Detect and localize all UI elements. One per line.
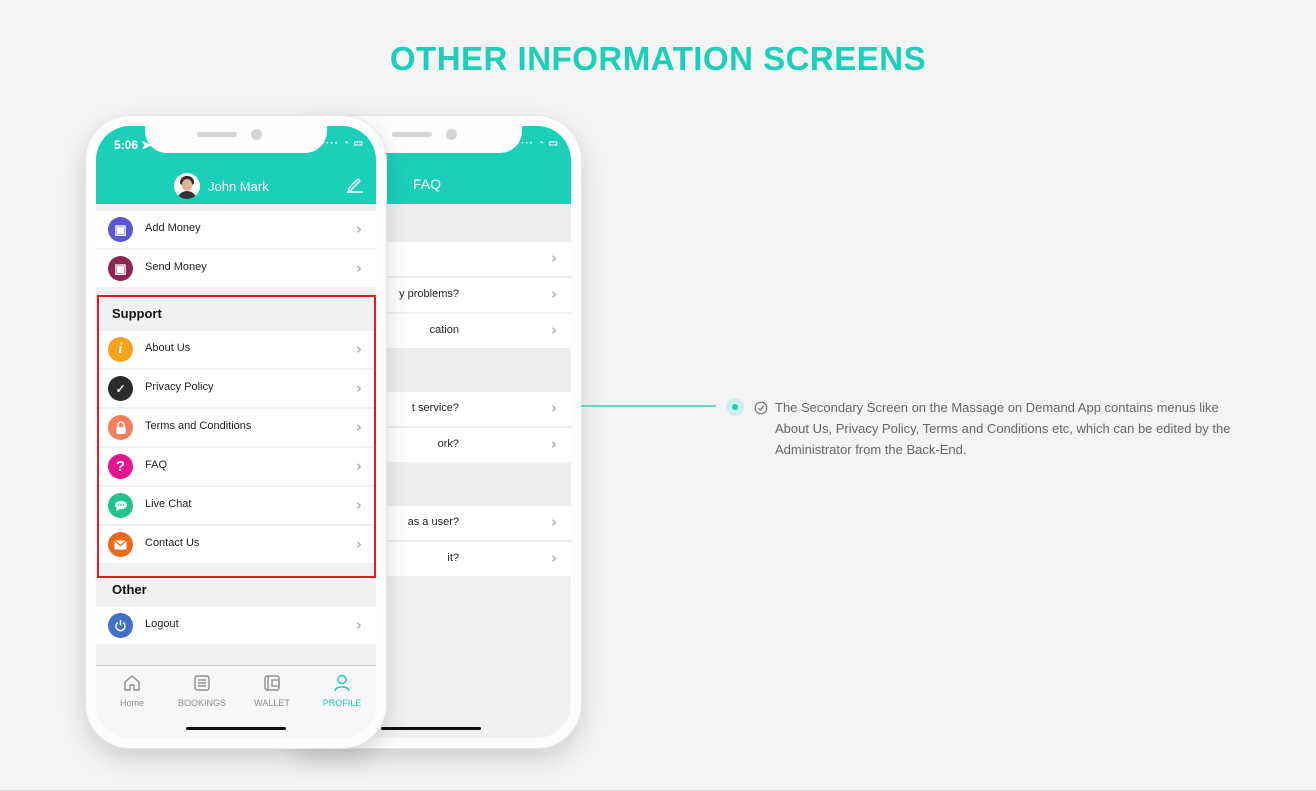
chevron-right-icon: › — [356, 418, 362, 436]
home-indicator — [381, 727, 481, 730]
wallet-add-icon: ▣ — [108, 217, 133, 242]
tab-wallet[interactable]: WALLET — [237, 673, 307, 708]
faq-question: it? — [447, 552, 459, 564]
question-icon: ? — [108, 454, 133, 479]
chevron-right-icon: › — [356, 616, 362, 634]
chevron-right-icon: › — [551, 399, 557, 417]
chevron-right-icon: › — [551, 435, 557, 453]
chevron-right-icon: › — [356, 457, 362, 475]
phone-notch — [145, 126, 327, 153]
privacy-lock-icon: ✓ — [108, 376, 133, 401]
menu-item-terms-and-conditions[interactable]: Terms and Conditions › — [96, 409, 376, 446]
menu-item-label: Terms and Conditions — [145, 420, 252, 432]
faq-question: t service? — [411, 402, 459, 414]
chevron-right-icon: › — [356, 496, 362, 514]
menu-item-label: Privacy Policy — [145, 381, 214, 393]
faq-title: FAQ — [413, 176, 442, 192]
menu-item-label: Send Money — [145, 261, 207, 273]
chat-icon — [108, 493, 133, 518]
wallet-send-icon: ▣ — [108, 256, 133, 281]
tab-bookings[interactable]: BOOKINGS — [167, 673, 237, 708]
signal-wifi-battery-icon: ···· ◔ ▭ — [516, 138, 559, 149]
menu-item-label: Add Money — [145, 222, 201, 234]
wallet-icon — [264, 675, 280, 691]
section-heading-support: Support — [112, 306, 162, 321]
avatar — [174, 173, 200, 199]
check-circle-icon — [754, 401, 768, 415]
chevron-right-icon: › — [356, 259, 362, 277]
tab-profile[interactable]: PROFILE — [307, 673, 376, 708]
faq-question: y problems? — [399, 288, 459, 300]
tab-label: PROFILE — [322, 698, 362, 708]
menu-item-send-money[interactable]: ▣ Send Money › — [96, 250, 376, 287]
faq-question: as a user? — [407, 516, 459, 528]
page-title: OTHER INFORMATION SCREENS — [389, 40, 927, 77]
phone-profile-screen: 5:06 ➤ ···· ◔ ▭ John Mark ▣ Add Money › … — [86, 116, 386, 748]
chevron-right-icon: › — [356, 220, 362, 238]
menu-item-label: Logout — [145, 618, 179, 630]
menu-item-contact-us[interactable]: Contact Us › — [96, 526, 376, 563]
menu-item-faq[interactable]: ? FAQ › — [96, 448, 376, 485]
user-name: John Mark — [208, 178, 269, 194]
bookings-icon — [194, 675, 210, 691]
power-icon — [108, 613, 133, 638]
chevron-right-icon: › — [551, 285, 557, 303]
faq-question: cation — [429, 324, 459, 336]
menu-item-add-money[interactable]: ▣ Add Money › — [96, 211, 376, 248]
home-indicator — [186, 727, 286, 730]
chevron-right-icon: › — [551, 321, 557, 339]
menu-item-privacy-policy[interactable]: ✓ Privacy Policy › — [96, 370, 376, 407]
tab-home[interactable]: Home — [97, 673, 167, 708]
menu-item-about-us[interactable]: i About Us › — [96, 331, 376, 368]
info-icon: i — [108, 337, 133, 362]
chevron-right-icon: › — [551, 549, 557, 567]
home-icon — [124, 675, 140, 691]
edit-pencil-icon[interactable] — [346, 175, 364, 193]
mail-icon — [108, 532, 133, 557]
menu-item-label: Live Chat — [145, 498, 192, 510]
menu-item-logout[interactable]: Logout › — [96, 607, 376, 644]
faq-question: ork? — [437, 438, 459, 450]
profile-screen: 5:06 ➤ ···· ◔ ▭ John Mark ▣ Add Money › … — [96, 126, 376, 738]
chevron-right-icon: › — [356, 340, 362, 358]
lock-icon — [108, 415, 133, 440]
chevron-right-icon: › — [551, 513, 557, 531]
section-heading-other: Other — [112, 582, 147, 597]
user-profile[interactable]: John Mark — [174, 173, 269, 199]
tab-label: BOOKINGS — [177, 698, 226, 708]
callout-dot — [726, 398, 744, 416]
menu-item-live-chat[interactable]: Live Chat › — [96, 487, 376, 524]
tab-label: Home — [119, 698, 144, 708]
menu-item-label: About Us — [145, 342, 191, 354]
menu-item-label: Contact Us — [145, 537, 200, 549]
chevron-right-icon: › — [356, 379, 362, 397]
chevron-right-icon: › — [356, 535, 362, 553]
signal-wifi-battery-icon: ···· ◔ ▭ — [321, 138, 364, 149]
menu-item-label: FAQ — [145, 459, 168, 471]
profile-header: John Mark — [96, 163, 376, 204]
page: OTHER INFORMATION SCREENS ···· ◔ ▭ FAQ ›… — [0, 0, 1316, 791]
status-time: 5:06 ➤ — [114, 138, 152, 152]
profile-icon — [334, 674, 350, 692]
callout-description: The Secondary Screen on the Massage on D… — [775, 400, 1231, 457]
chevron-right-icon: › — [551, 249, 557, 267]
tab-label: WALLET — [254, 698, 290, 708]
connector-line — [581, 405, 716, 407]
